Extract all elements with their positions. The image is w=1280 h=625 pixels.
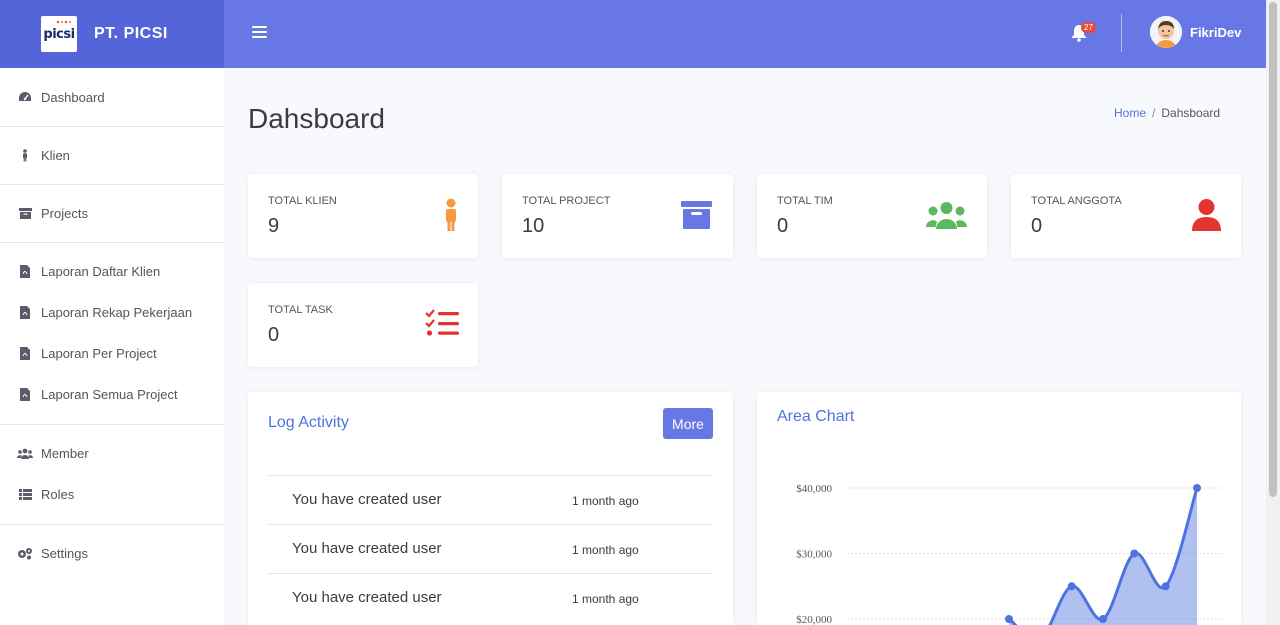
users-icon [17,446,33,462]
breadcrumb-separator: / [1152,106,1156,120]
sidebar-group-admin: Member Roles [0,425,224,524]
list-item: You have created user 1 month ago [268,573,713,622]
breadcrumb-current: Dahsboard [1161,106,1221,120]
y-tick-label: $20,000 [796,614,832,625]
scrollbar-thumb[interactable] [1269,2,1277,497]
stat-card-total-task[interactable]: TOTAL TASK 0 [248,283,478,367]
sidebar-item-label: Roles [41,487,75,502]
stat-label: TOTAL TIM [777,195,833,207]
log-text: You have created user [292,589,442,606]
breadcrumb-home-link[interactable]: Home [1114,106,1146,120]
person-icon [446,198,456,231]
tachometer-icon [17,89,33,105]
logo-dots-icon [56,20,72,24]
cogs-icon [17,546,33,562]
pdf-file-icon [17,346,33,362]
data-point[interactable] [1005,615,1013,623]
list-item: You have created user 1 month ago [268,475,713,524]
topbar: 27 FikriDev [224,0,1266,68]
archive-icon [681,201,712,229]
sidebar-item-laporan-rekap-pekerjaan[interactable]: Laporan Rekap Pekerjaan [0,292,224,333]
users-icon [926,202,967,229]
stat-value: 0 [1031,215,1043,237]
log-time: 1 month ago [572,494,639,508]
data-point[interactable] [1130,549,1139,558]
y-tick-label: $30,000 [796,549,832,561]
person-icon [17,148,33,164]
avatar[interactable] [1150,16,1182,48]
archive-icon [17,206,33,222]
topbar-divider [1121,14,1122,52]
stat-value: 9 [268,215,280,237]
stat-card-total-tim[interactable]: TOTAL TIM 0 [757,174,987,258]
log-activity-panel: Log Activity More You have created user … [248,392,733,625]
brand[interactable]: picsi PT. PICSI [0,0,224,68]
notification-badge[interactable]: 27 [1081,22,1096,33]
data-point[interactable] [1193,484,1201,492]
log-time: 1 month ago [572,543,639,557]
table-list-icon [17,487,33,503]
sidebar-item-laporan-per-project[interactable]: Laporan Per Project [0,333,224,374]
area-chart: $40,000 $30,000 $20,000 [796,483,1221,625]
sidebar-item-label: Laporan Rekap Pekerjaan [41,305,193,320]
sidebar-item-klien[interactable]: Klien [0,127,224,184]
sidebar-item-laporan-semua-project[interactable]: Laporan Semua Project [0,374,224,415]
sidebar-group-reports: Laporan Daftar Klien Laporan Rekap Peker… [0,243,224,424]
sidebar-item-label: Settings [41,546,88,561]
menu-toggle-icon[interactable] [252,26,267,39]
username[interactable]: FikriDev [1190,25,1241,40]
sidebar-item-settings[interactable]: Settings [0,525,224,582]
stat-label: TOTAL ANGGOTA [1031,195,1122,207]
page-title: Dahsboard [248,103,385,134]
area-chart-panel: Area Chart $40,000 $30,000 $20,000 [757,392,1241,625]
sidebar: picsi PT. PICSI Dashboard Klien Projects… [0,0,224,625]
stat-label: TOTAL PROJECT [522,195,611,207]
page-scrollbar[interactable] [1266,0,1280,625]
sidebar-item-dashboard[interactable]: Dashboard [0,68,224,126]
breadcrumb: Home / Dahsboard [1114,106,1220,120]
stat-value: 0 [268,324,280,346]
sidebar-item-label: Projects [41,206,88,221]
brand-title: PT. PICSI [94,25,168,42]
data-point[interactable] [1067,582,1076,591]
stat-label: TOTAL KLIEN [268,195,337,207]
log-text: You have created user [292,491,442,508]
sidebar-item-label: Laporan Per Project [41,346,157,361]
sidebar-item-laporan-daftar-klien[interactable]: Laporan Daftar Klien [0,251,224,292]
list-item: You have created user 1 month ago [268,524,713,573]
area-chart-fill [1009,488,1197,625]
pdf-file-icon [17,387,33,403]
sidebar-item-label: Dashboard [41,89,105,105]
data-point[interactable] [1161,582,1170,591]
y-tick-label: $40,000 [796,483,832,495]
logo-text: picsi [43,26,75,42]
panel-title: Log Activity [268,414,349,431]
sidebar-item-label: Laporan Semua Project [41,387,178,402]
more-button[interactable]: More [663,408,713,439]
stat-card-total-klien[interactable]: TOTAL KLIEN 9 [248,174,478,258]
stat-card-total-anggota[interactable]: TOTAL ANGGOTA 0 [1011,174,1241,258]
sidebar-item-label: Laporan Daftar Klien [41,264,161,279]
tasks-icon [425,309,459,336]
sidebar-item-roles[interactable]: Roles [0,474,224,515]
log-time: 1 month ago [572,592,639,606]
stat-value: 0 [777,215,789,237]
sidebar-item-projects[interactable]: Projects [0,185,224,242]
sidebar-item-label: Member [41,446,89,461]
data-point[interactable] [1099,615,1107,623]
stat-card-total-project[interactable]: TOTAL PROJECT 10 [502,174,733,258]
pdf-file-icon [17,264,33,280]
stat-label: TOTAL TASK [268,304,333,316]
user-icon [1192,199,1221,231]
sidebar-item-member[interactable]: Member [0,433,224,474]
brand-logo: picsi [41,16,77,52]
sidebar-item-label: Klien [41,148,70,163]
log-text: You have created user [292,540,442,557]
pdf-file-icon [17,305,33,321]
stat-value: 10 [522,215,545,237]
